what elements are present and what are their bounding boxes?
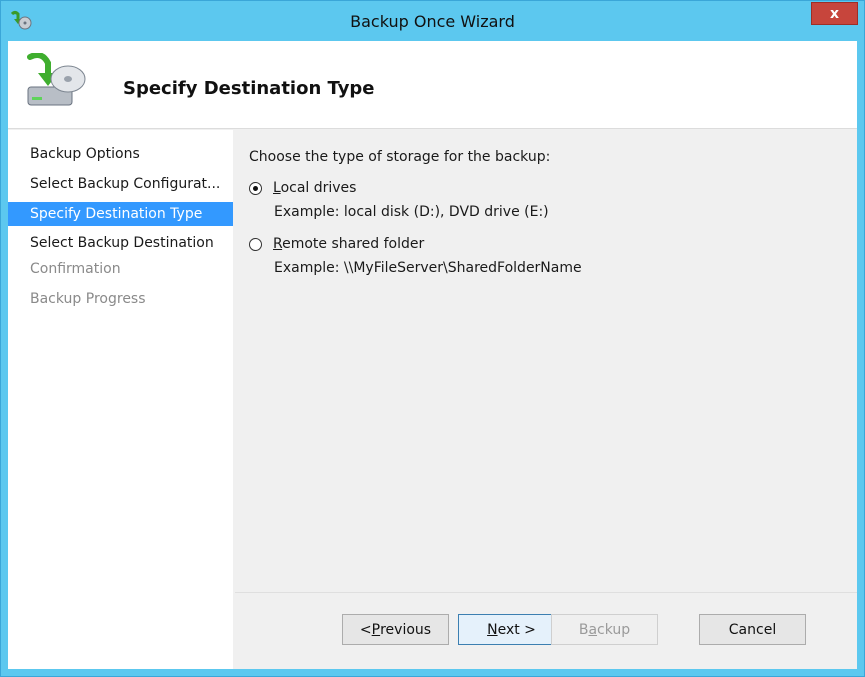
backup-button: Ba ckup [551,614,658,645]
local-drives-option[interactable]: Local drives [249,180,356,196]
wizard-window: Backup Once Wizard x Specify Destination… [0,0,865,677]
nav-item-confirmation: Confirmation [30,261,121,277]
title-bar[interactable]: Backup Once Wizard x [1,1,864,41]
local-drives-label[interactable]: Local drives [273,180,356,196]
previous-button[interactable]: < Previous [342,614,449,645]
wizard-client-area: Specify Destination Type Backup Options … [8,41,857,669]
remote-shared-folder-option[interactable]: Remote shared folder [249,236,424,252]
storage-type-prompt: Choose the type of storage for the backu… [249,149,551,165]
next-button[interactable]: Next > [458,614,565,645]
local-drives-example: Example: local disk (D:), DVD drive (E:) [274,204,549,220]
nav-item-backup-options[interactable]: Backup Options [8,142,233,166]
wizard-content: Choose the type of storage for the backu… [235,130,857,592]
remote-shared-folder-label[interactable]: Remote shared folder [273,236,424,252]
remote-shared-folder-example: Example: \\MyFileServer\SharedFolderName [274,260,582,276]
nav-item-select-backup-destination[interactable]: Select Backup Destination [8,231,233,255]
cancel-button[interactable]: Cancel [699,614,806,645]
backup-drive-icon [22,52,88,111]
nav-item-select-backup-configuration[interactable]: Select Backup Configurat... [8,172,233,196]
remote-shared-folder-radio[interactable] [249,237,262,251]
wizard-header: Specify Destination Type [8,41,857,129]
wizard-step-list: Backup Options Select Backup Configurat.… [8,130,233,669]
page-title: Specify Destination Type [123,78,375,99]
nav-item-backup-progress: Backup Progress [30,291,146,307]
nav-item-specify-destination-type[interactable]: Specify Destination Type [8,202,233,226]
window-title: Backup Once Wizard [350,12,515,31]
close-button[interactable]: x [811,2,858,25]
close-icon: x [829,5,840,22]
local-drives-radio[interactable] [249,181,262,195]
wizard-footer: < Previous Next > Ba ckup Cancel [235,592,857,669]
